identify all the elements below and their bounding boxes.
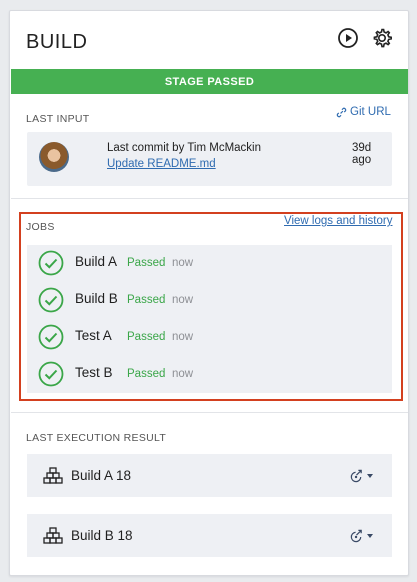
stage-title: BUILD	[26, 31, 88, 53]
check-circle-icon	[38, 324, 64, 350]
job-name: Test A	[75, 328, 112, 343]
deploy-icon	[350, 529, 362, 542]
chevron-down-icon	[367, 534, 373, 538]
execution-item-build-a[interactable]: Build A 18	[27, 454, 392, 497]
last-execution-label: LAST EXECUTION RESULT	[26, 432, 167, 444]
job-item-build-b[interactable]: Build B Passed now	[27, 282, 392, 319]
stacked-blocks-icon	[43, 526, 63, 546]
gear-icon[interactable]	[371, 27, 393, 49]
deploy-dropdown[interactable]	[349, 468, 379, 484]
stacked-blocks-icon	[43, 466, 63, 486]
job-name: Build A	[75, 254, 118, 269]
job-status: Passed	[127, 257, 166, 269]
job-item-test-b[interactable]: Test B Passed now	[27, 356, 392, 393]
stage-header: BUILD	[10, 11, 408, 69]
jobs-label: JOBS	[26, 221, 55, 233]
section-divider	[11, 198, 408, 199]
job-time: now	[172, 294, 194, 306]
job-status: Passed	[127, 368, 166, 380]
chevron-down-icon	[367, 474, 373, 478]
job-status: Passed	[127, 331, 166, 343]
execution-item-build-b[interactable]: Build B 18	[27, 514, 392, 557]
deploy-dropdown[interactable]	[349, 528, 379, 544]
section-divider	[11, 412, 408, 413]
check-circle-icon	[38, 287, 64, 313]
commit-age: 39d ago	[352, 142, 372, 166]
job-name: Build B	[75, 291, 118, 306]
execution-name: Build A 18	[71, 468, 132, 483]
link-icon	[336, 107, 347, 117]
check-circle-icon	[38, 250, 64, 276]
last-input-label: LAST INPUT	[26, 113, 90, 125]
stage-status-banner: STAGE PASSED	[11, 69, 408, 94]
commit-author-text: Last commit by Tim McMackin	[107, 142, 261, 154]
execution-name: Build B 18	[71, 528, 133, 543]
git-url-link[interactable]: Git URL	[336, 106, 391, 118]
job-item-test-a[interactable]: Test A Passed now	[27, 319, 392, 356]
view-logs-link[interactable]: View logs and history	[284, 215, 392, 227]
git-url-label: Git URL	[350, 106, 391, 118]
job-name: Test B	[75, 365, 113, 380]
jobs-list: Build A Passed now Build B Passed now Te…	[27, 245, 392, 393]
job-item-build-a[interactable]: Build A Passed now	[27, 245, 392, 282]
last-commit-box: Last commit by Tim McMackin Update READM…	[27, 132, 392, 186]
stage-card: BUILD STAGE PASSED LAST INPUT Git URL La…	[9, 10, 409, 576]
check-circle-icon	[38, 361, 64, 387]
job-time: now	[172, 331, 194, 343]
avatar	[39, 142, 69, 172]
job-status: Passed	[127, 294, 166, 306]
play-icon[interactable]	[337, 27, 359, 49]
job-time: now	[172, 257, 194, 269]
job-time: now	[172, 368, 194, 380]
deploy-icon	[350, 469, 362, 482]
commit-message-link[interactable]: Update README.md	[107, 158, 216, 170]
